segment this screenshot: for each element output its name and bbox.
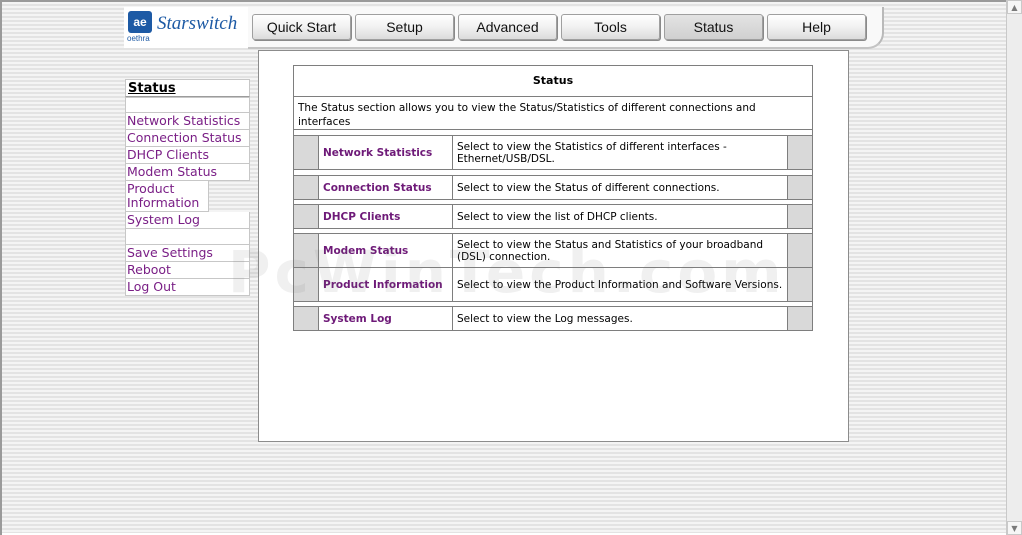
row-marker <box>294 268 319 301</box>
row-description: Select to view the Status of different c… <box>457 181 720 194</box>
link-dhcp-clients[interactable]: DHCP Clients <box>319 205 453 228</box>
tab-quick-start[interactable]: Quick Start <box>252 14 351 40</box>
table-row: System Log Select to view the Log messag… <box>294 307 812 330</box>
page-description: The Status section allows you to view th… <box>294 97 812 130</box>
row-marker <box>787 307 812 330</box>
tab-setup[interactable]: Setup <box>355 14 454 40</box>
link-modem-status[interactable]: Modem Status <box>319 234 453 267</box>
scroll-down-arrow-icon[interactable]: ▼ <box>1007 521 1022 535</box>
table-row: Modem Status Select to view the Status a… <box>294 234 812 268</box>
row-marker <box>294 307 319 330</box>
sidebar-spacer <box>125 97 250 113</box>
row-marker <box>787 176 812 199</box>
sidebar-heading: Status <box>125 79 250 97</box>
row-marker <box>294 176 319 199</box>
brand-logo: ae oethra Starswitch <box>124 7 248 48</box>
tab-help[interactable]: Help <box>767 14 866 40</box>
row-marker <box>787 205 812 228</box>
row-marker <box>787 268 812 301</box>
row-description: Select to view the list of DHCP clients. <box>457 210 658 223</box>
link-connection-status[interactable]: Connection Status <box>319 176 453 199</box>
sidebar-item-log-out[interactable]: Log Out <box>125 279 250 296</box>
sidebar-spacer <box>125 229 250 245</box>
top-navigation-bar: Quick Start Setup Advanced Tools Status … <box>248 7 884 49</box>
tab-tools[interactable]: Tools <box>561 14 660 40</box>
table-row: Product Information Select to view the P… <box>294 268 812 302</box>
logo-company-name: oethra <box>127 34 150 43</box>
sidebar-menu: Status Network Statistics Connection Sta… <box>125 79 250 296</box>
scroll-up-arrow-icon[interactable]: ▲ <box>1007 0 1022 14</box>
sidebar-item-modem-status[interactable]: Modem Status <box>125 164 250 181</box>
page-title: Status <box>294 66 812 97</box>
table-row: DHCP Clients Select to view the list of … <box>294 205 812 229</box>
link-network-statistics[interactable]: Network Statistics <box>319 136 453 169</box>
row-marker <box>294 234 319 267</box>
status-table: Status The Status section allows you to … <box>293 65 813 331</box>
sidebar-item-product-information[interactable]: Product Information <box>125 181 209 212</box>
logo-product-name: Starswitch <box>157 13 238 34</box>
sidebar-item-save-settings[interactable]: Save Settings <box>125 245 250 262</box>
table-row: Network Statistics Select to view the St… <box>294 136 812 170</box>
sidebar-item-connection-status[interactable]: Connection Status <box>125 130 250 147</box>
logo-mark-icon: ae <box>128 11 152 33</box>
tab-advanced[interactable]: Advanced <box>458 14 557 40</box>
row-marker <box>787 136 812 169</box>
tab-status[interactable]: Status <box>664 14 763 40</box>
row-description: Select to view the Statistics of differe… <box>457 140 727 165</box>
row-description: Select to view the Product Information a… <box>457 278 783 291</box>
row-marker <box>787 234 812 267</box>
link-system-log[interactable]: System Log <box>319 307 453 330</box>
sidebar-item-network-statistics[interactable]: Network Statistics <box>125 113 250 130</box>
row-marker <box>294 205 319 228</box>
table-row: Connection Status Select to view the Sta… <box>294 176 812 200</box>
row-description: Select to view the Log messages. <box>457 312 633 325</box>
sidebar-item-system-log[interactable]: System Log <box>125 212 250 229</box>
row-description: Select to view the Status and Statistics… <box>457 238 764 263</box>
vertical-scrollbar[interactable]: ▲ ▼ <box>1006 0 1022 535</box>
row-marker <box>294 136 319 169</box>
sidebar-item-reboot[interactable]: Reboot <box>125 262 250 279</box>
sidebar-item-dhcp-clients[interactable]: DHCP Clients <box>125 147 250 164</box>
link-product-information[interactable]: Product Information <box>319 268 453 301</box>
